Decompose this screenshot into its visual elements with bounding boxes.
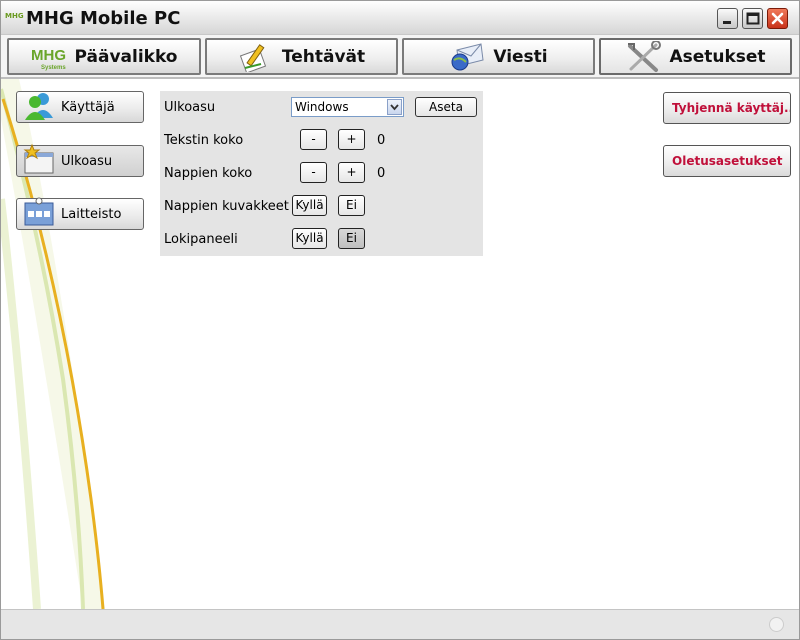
clear-users-button[interactable]: Tyhjennä käyttäj...	[663, 92, 791, 124]
text-size-value: 0	[377, 133, 386, 148]
svg-text:Systems: Systems	[41, 65, 66, 71]
tab-label: Viesti	[493, 46, 548, 67]
button-icons-no-button[interactable]: Ei	[338, 195, 365, 216]
window-title: MHG Mobile PC	[26, 8, 181, 29]
appearance-select-value: Windows	[295, 100, 349, 114]
tab-message[interactable]: Viesti	[402, 38, 595, 75]
envelope-globe-icon	[449, 42, 485, 72]
minimize-icon	[723, 21, 731, 24]
apply-button[interactable]: Aseta	[415, 97, 477, 117]
log-panel-yes-button[interactable]: Kyllä	[292, 228, 327, 249]
appearance-settings-panel: Ulkoasu Windows Aseta Tekstin koko - + 0…	[160, 91, 483, 256]
appearance-select[interactable]: Windows	[291, 97, 404, 117]
text-size-decrease-button[interactable]: -	[300, 129, 327, 150]
text-size-label: Tekstin koko	[164, 133, 244, 148]
button-size-increase-button[interactable]: +	[338, 162, 365, 183]
reset-defaults-button[interactable]: Oletusasetukset	[663, 145, 791, 177]
tab-tasks[interactable]: Tehtävät	[205, 38, 398, 75]
close-button[interactable]	[767, 8, 788, 29]
button-icons-yes-button[interactable]: Kyllä	[292, 195, 327, 216]
sidebar-item-label: Laitteisto	[61, 206, 122, 222]
devices-icon	[23, 197, 55, 231]
window-star-icon	[23, 143, 55, 178]
chevron-down-icon[interactable]	[387, 99, 402, 115]
mhg-logo-icon: MHG Systems	[31, 42, 67, 72]
tab-settings[interactable]: Asetukset	[599, 38, 792, 75]
tab-label: Päävalikko	[74, 46, 178, 67]
tab-label: Asetukset	[669, 46, 766, 67]
users-icon	[23, 90, 55, 124]
app-logo-icon: MHG	[5, 12, 24, 20]
main-tab-bar: MHG Systems Päävalikko Tehtävät Viesti A…	[1, 35, 799, 79]
tab-main-menu[interactable]: MHG Systems Päävalikko	[7, 38, 201, 75]
button-size-label: Nappien koko	[164, 166, 253, 181]
content-area: Käyttäjä Ulkoasu Laitteisto Ulkoasu Wind…	[1, 79, 799, 609]
close-icon	[771, 12, 784, 25]
app-window: MHG MHG Mobile PC MHG Systems Päävalikko	[0, 0, 800, 640]
status-indicator-icon	[769, 617, 784, 632]
tab-label: Tehtävät	[281, 46, 366, 67]
sidebar-item-user[interactable]: Käyttäjä	[16, 91, 144, 123]
minimize-button[interactable]	[717, 8, 738, 29]
text-size-increase-button[interactable]: +	[338, 129, 365, 150]
sidebar-item-hardware[interactable]: Laitteisto	[16, 197, 144, 231]
log-panel-label: Lokipaneeli	[164, 232, 238, 247]
appearance-label: Ulkoasu	[164, 100, 216, 115]
maximize-button[interactable]	[742, 8, 763, 29]
tools-icon	[625, 40, 662, 72]
button-icons-label: Nappien kuvakkeet	[164, 199, 289, 214]
sidebar-item-appearance[interactable]: Ulkoasu	[16, 143, 144, 178]
button-size-value: 0	[377, 166, 386, 181]
button-size-decrease-button[interactable]: -	[300, 162, 327, 183]
sidebar-item-label: Käyttäjä	[61, 99, 115, 115]
log-panel-no-button[interactable]: Ei	[338, 228, 365, 249]
sidebar-item-label: Ulkoasu	[61, 153, 113, 169]
title-bar[interactable]: MHG MHG Mobile PC	[1, 1, 799, 35]
maximize-icon	[746, 12, 760, 25]
status-bar	[1, 609, 799, 639]
svg-text:MHG: MHG	[31, 47, 66, 64]
notepad-pencil-icon	[238, 42, 274, 72]
